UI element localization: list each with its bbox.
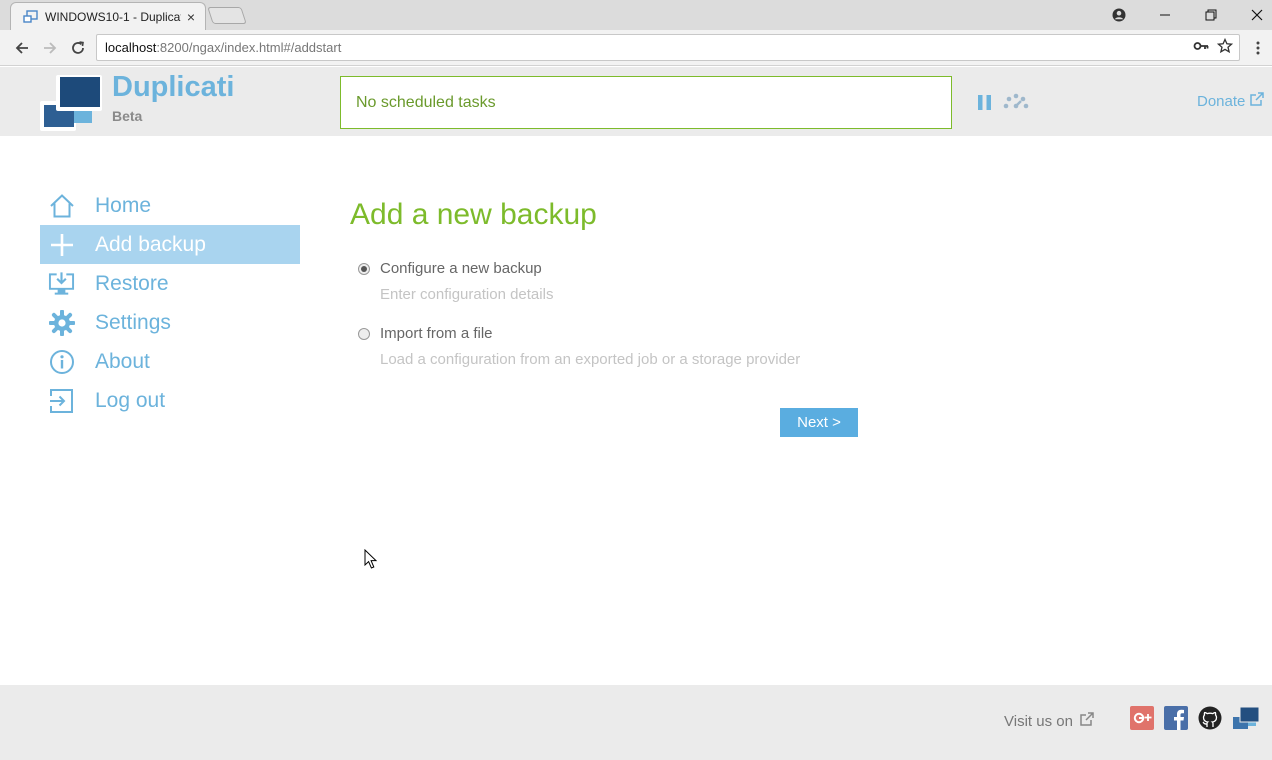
visit-us-text: Visit us on xyxy=(1004,712,1073,730)
google-plus-icon[interactable] xyxy=(1130,706,1154,730)
forward-arrow-icon[interactable] xyxy=(38,36,62,60)
info-icon xyxy=(48,348,75,375)
new-tab-button[interactable] xyxy=(207,7,247,24)
sidebar-item-label: Restore xyxy=(95,271,169,295)
mouse-cursor-icon xyxy=(364,548,378,574)
configure-new-radio[interactable] xyxy=(358,262,370,275)
key-icon[interactable] xyxy=(1193,38,1209,57)
status-bar: No scheduled tasks xyxy=(340,76,952,129)
sidebar-item-add-backup[interactable]: Add backup xyxy=(40,225,300,264)
logout-icon xyxy=(48,387,75,414)
status-text: No scheduled tasks xyxy=(356,93,496,111)
external-link-icon xyxy=(1079,711,1095,731)
import-file-radio[interactable] xyxy=(358,327,370,340)
gear-icon xyxy=(48,309,75,336)
duplicati-small-logo-icon[interactable] xyxy=(1232,706,1260,730)
donate-label: Donate xyxy=(1197,92,1246,110)
profile-icon[interactable] xyxy=(1096,0,1142,30)
visit-us-label: Visit us on xyxy=(1004,711,1095,731)
facebook-icon[interactable] xyxy=(1164,706,1188,730)
pause-icon[interactable] xyxy=(978,95,991,110)
browser-tab[interactable]: WINDOWS10-1 - Duplicati × xyxy=(10,2,206,30)
address-bar[interactable]: localhost:8200/ngax/index.html#/addstart xyxy=(96,34,1240,61)
tab-close-icon[interactable]: × xyxy=(187,9,195,25)
url-host: localhost xyxy=(105,40,157,55)
reload-icon[interactable] xyxy=(66,36,90,60)
plus-icon xyxy=(48,231,75,258)
sidebar-item-log-out[interactable]: Log out xyxy=(40,381,300,420)
sidebar-item-home[interactable]: Home xyxy=(40,186,300,225)
brand-name[interactable]: Duplicati xyxy=(112,71,234,104)
option-configure-new[interactable]: Configure a new backup xyxy=(358,260,542,277)
sidebar-item-about[interactable]: About xyxy=(40,342,300,381)
home-icon xyxy=(48,192,75,219)
tab-title: WINDOWS10-1 - Duplicati xyxy=(45,9,181,24)
bookmark-star-icon[interactable] xyxy=(1216,37,1234,57)
close-window-icon[interactable] xyxy=(1234,0,1272,30)
option-description: Load a configuration from an exported jo… xyxy=(380,351,801,368)
next-button[interactable]: Next > xyxy=(780,408,858,437)
sidebar-item-label: About xyxy=(95,349,150,373)
browser-tab-bar: WINDOWS10-1 - Duplicati × xyxy=(0,0,1272,30)
url-path: :8200/ngax/index.html#/addstart xyxy=(156,40,342,55)
throttle-speed-icon[interactable] xyxy=(1002,92,1030,110)
restore-icon xyxy=(48,270,75,297)
minimize-icon[interactable] xyxy=(1142,0,1188,30)
option-label[interactable]: Configure a new backup xyxy=(380,260,542,277)
sidebar-item-settings[interactable]: Settings xyxy=(40,303,300,342)
option-label[interactable]: Import from a file xyxy=(380,325,493,342)
sidebar-item-label: Settings xyxy=(95,310,171,334)
sidebar-item-label: Home xyxy=(95,193,152,217)
app-header: Duplicati Beta No scheduled tasks Donate xyxy=(0,67,1272,136)
sidebar-nav: Home Add backup Restore Settings About L… xyxy=(40,186,300,420)
duplicati-logo-icon[interactable] xyxy=(40,75,104,131)
app-footer: Visit us on xyxy=(0,685,1272,760)
duplicati-favicon-icon xyxy=(23,9,39,24)
sidebar-item-label: Add backup xyxy=(95,232,206,256)
github-icon[interactable] xyxy=(1198,706,1222,730)
option-description: Enter configuration details xyxy=(380,286,554,303)
donate-link[interactable]: Donate xyxy=(1197,91,1265,111)
external-link-icon xyxy=(1249,91,1265,111)
browser-menu-icon[interactable] xyxy=(1246,36,1270,60)
back-arrow-icon[interactable] xyxy=(10,36,34,60)
option-import-file[interactable]: Import from a file xyxy=(358,325,493,342)
browser-toolbar: localhost:8200/ngax/index.html#/addstart xyxy=(0,30,1272,66)
page-title: Add a new backup xyxy=(350,198,597,231)
edition-label: Beta xyxy=(112,108,143,124)
restore-window-icon[interactable] xyxy=(1188,0,1234,30)
sidebar-item-restore[interactable]: Restore xyxy=(40,264,300,303)
sidebar-item-label: Log out xyxy=(95,388,166,412)
